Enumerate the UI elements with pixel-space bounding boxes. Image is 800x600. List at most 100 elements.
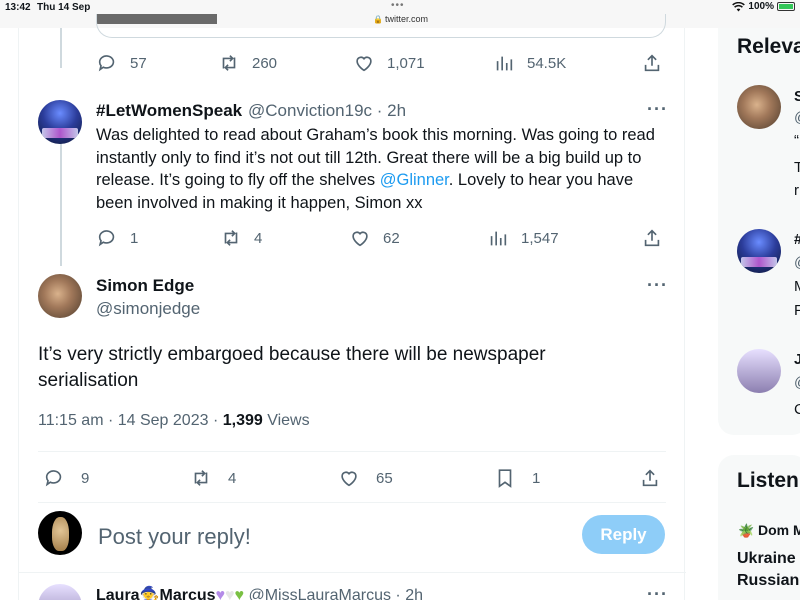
- reply-count: 1: [130, 229, 139, 247]
- bookmark-icon: [498, 469, 512, 488]
- bio-fragment: “: [794, 132, 799, 149]
- views-count: 1,547: [521, 229, 559, 247]
- more-options-icon[interactable]: ···: [647, 584, 668, 600]
- views-label: Views: [262, 412, 310, 429]
- share-action[interactable]: [641, 227, 663, 249]
- like-action[interactable]: 62: [349, 227, 400, 249]
- author-handle[interactable]: @simonjedge: [96, 299, 200, 319]
- person-handle-fragment[interactable]: @: [794, 374, 800, 391]
- retweet-action[interactable]: 260: [218, 52, 277, 74]
- main-tweet-text: It’s very strictly embargoed because the…: [38, 344, 546, 391]
- thread-connector: [60, 28, 62, 68]
- timestamp[interactable]: 11:15 am · 14 Sep 2023 ·: [38, 412, 223, 429]
- host-name[interactable]: Dom M: [758, 522, 800, 538]
- retweet-icon: [222, 55, 236, 71]
- like-count: 62: [383, 229, 400, 247]
- retweet-action[interactable]: 4: [220, 227, 262, 249]
- avatar[interactable]: [737, 85, 781, 129]
- like-count: 65: [376, 469, 393, 487]
- retweet-icon: [194, 470, 208, 486]
- avatar[interactable]: [737, 229, 781, 273]
- author-name[interactable]: Laura: [96, 587, 140, 600]
- like-count: 1,071: [387, 54, 425, 72]
- author-name-continued[interactable]: Marcus: [160, 587, 216, 600]
- like-action[interactable]: 1,071: [353, 52, 425, 74]
- reply-icon: [98, 55, 115, 72]
- reply-count: 57: [130, 54, 147, 72]
- retweet-icon: [224, 230, 238, 246]
- author-name[interactable]: Simon Edge: [96, 276, 194, 296]
- tweet-thread: 57 260 1,071 54.5K #LetWomenSpeak @Convi…: [18, 14, 686, 600]
- person-handle-fragment[interactable]: @: [794, 109, 800, 126]
- tweet-text: Was delighted to read about Graham’s boo…: [96, 124, 666, 214]
- relevant-title: Relevant: [737, 35, 800, 58]
- reply-action[interactable]: 9: [43, 467, 89, 489]
- reply-action[interactable]: 1: [96, 227, 138, 249]
- reply-input[interactable]: Post your reply!: [98, 524, 251, 550]
- heart-icon: [352, 231, 368, 247]
- reply-button[interactable]: Reply: [582, 515, 665, 554]
- person-name-fragment[interactable]: #: [794, 231, 800, 248]
- bio-fragment: F: [794, 302, 800, 319]
- views-icon: [490, 231, 507, 246]
- multitask-dots[interactable]: •••: [391, 0, 405, 11]
- space-title-line[interactable]: Russian: [737, 572, 799, 590]
- user-avatar[interactable]: [38, 511, 82, 555]
- status-time: 13:42: [5, 2, 31, 13]
- reply-icon: [98, 230, 115, 247]
- reply-icon: [45, 470, 62, 487]
- bio-fragment: r: [794, 182, 799, 199]
- listen-card: Listen 🪴 Dom M Ukraine Russian: [718, 455, 800, 600]
- media-preview[interactable]: [96, 14, 666, 38]
- views-action[interactable]: 54.5K: [493, 52, 566, 74]
- mention-link[interactable]: @Glinner: [380, 171, 449, 189]
- more-options-icon[interactable]: ···: [647, 275, 668, 296]
- person-name-fragment[interactable]: S: [794, 88, 800, 105]
- retweet-count: 4: [254, 229, 263, 247]
- person-name-fragment[interactable]: J: [794, 351, 800, 368]
- wizard-emoji: 🧙: [139, 587, 160, 600]
- divider: [38, 451, 666, 452]
- views-action[interactable]: 1,547: [487, 227, 559, 249]
- share-icon: [642, 469, 658, 487]
- avatar[interactable]: [38, 274, 82, 318]
- heart-emoji-white: ♥: [225, 587, 235, 600]
- retweet-count: 260: [252, 54, 278, 72]
- space-title-line[interactable]: Ukraine: [737, 550, 796, 568]
- heart-emoji-purple: ♥: [215, 587, 226, 600]
- views-icon: [496, 56, 513, 71]
- divider: [19, 572, 686, 573]
- heart-icon: [356, 56, 372, 72]
- reply-action[interactable]: 57: [96, 52, 147, 74]
- battery-icon: [777, 2, 795, 11]
- battery-percent: 100%: [748, 1, 774, 12]
- author-handle[interactable]: @Conviction19c · 2h: [248, 101, 406, 121]
- bookmark-action[interactable]: 1: [494, 467, 540, 489]
- avatar[interactable]: [737, 349, 781, 393]
- relevant-people-card: Relevant S @ “ T r # @ M F J @ C: [718, 28, 800, 435]
- divider: [38, 502, 666, 503]
- person-handle-fragment[interactable]: @: [794, 254, 800, 271]
- retweet-count: 4: [228, 469, 237, 487]
- status-indicators: 100%: [732, 1, 795, 12]
- media-image: [97, 14, 217, 24]
- bio-fragment: C: [794, 401, 800, 418]
- views-count: 54.5K: [527, 54, 567, 72]
- more-options-icon[interactable]: ···: [647, 99, 668, 120]
- heart-icon: [341, 471, 357, 487]
- author-name[interactable]: #LetWomenSpeak: [96, 101, 242, 121]
- status-date: Thu 14 Sep: [37, 2, 91, 13]
- like-action[interactable]: 65: [338, 467, 393, 489]
- retweet-action[interactable]: 4: [190, 467, 236, 489]
- tweet-meta: 11:15 am · 14 Sep 2023 · 1,399 Views: [38, 412, 310, 430]
- bookmark-count: 1: [532, 469, 541, 487]
- avatar[interactable]: [38, 584, 82, 600]
- author-handle[interactable]: @MissLauraMarcus · 2h: [248, 587, 423, 600]
- share-action[interactable]: [639, 467, 661, 489]
- share-icon: [644, 229, 660, 247]
- share-action[interactable]: [641, 52, 663, 74]
- avatar[interactable]: [38, 100, 82, 144]
- bio-fragment: M: [794, 278, 800, 295]
- host-avatar-icon: 🪴: [738, 523, 755, 538]
- heart-emoji-green: ♥: [234, 587, 245, 600]
